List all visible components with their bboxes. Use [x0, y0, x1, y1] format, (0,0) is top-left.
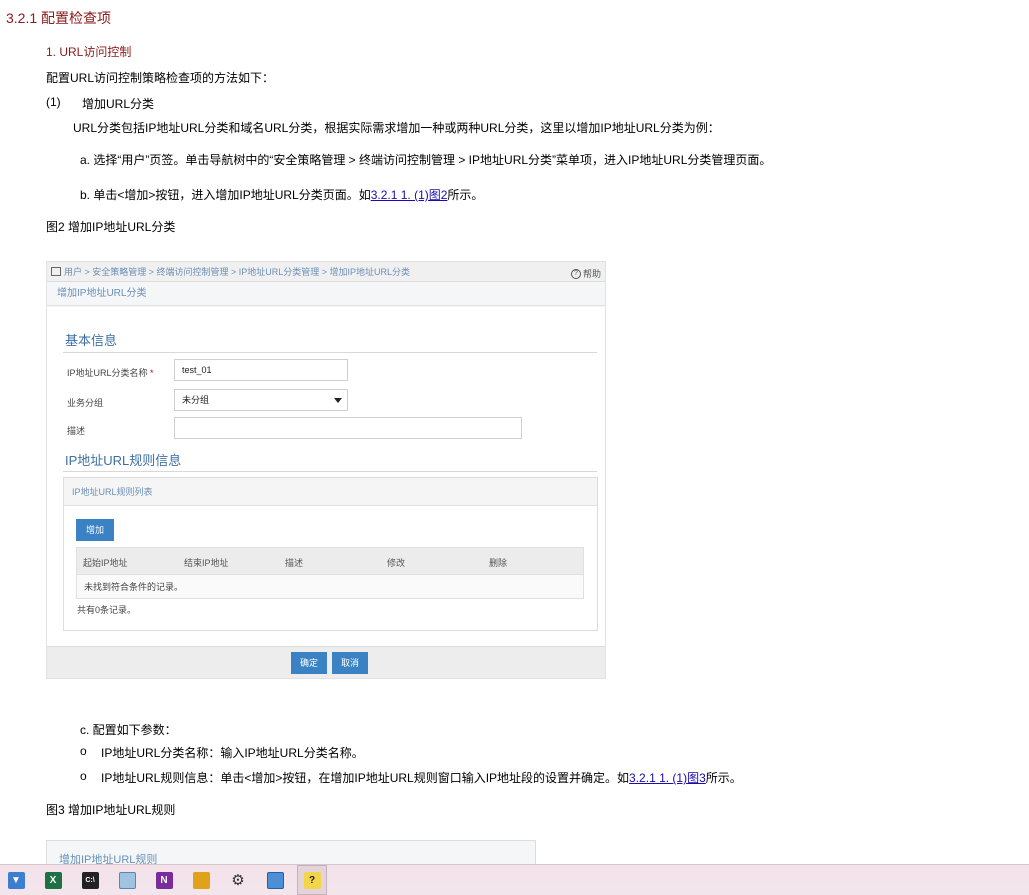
- onenote-taskbar-button[interactable]: N: [149, 865, 179, 895]
- taskbar: ▼ X C:\ N ⚙ ?: [0, 864, 1029, 895]
- notepad-taskbar-button[interactable]: [112, 865, 142, 895]
- section-divider: [63, 352, 597, 353]
- remote-desktop-icon: [266, 871, 284, 889]
- explorer-icon: [192, 871, 210, 889]
- onenote-icon: N: [155, 871, 173, 889]
- description-input[interactable]: [174, 417, 522, 439]
- figure2-screenshot: 用户 > 安全策略管理 > 终端访问控制管理 > IP地址URL分类管理 > 增…: [46, 261, 606, 679]
- form-body: 基本信息 IP地址URL分类名称 * test_01 业务分组 未分组 描述 I…: [47, 307, 605, 647]
- figure3-link[interactable]: 3.2.1 1. (1)图3: [629, 771, 706, 785]
- step1-number: (1): [46, 95, 61, 109]
- explorer-taskbar-button[interactable]: [186, 865, 216, 895]
- breadcrumb-bar: 用户 > 安全策略管理 > 终端访问控制管理 > IP地址URL分类管理 > 增…: [47, 262, 605, 282]
- group-select[interactable]: 未分组: [174, 389, 348, 411]
- step1-description: URL分类包括IP地址URL分类和域名URL分类，根据实际需求增加一种或两种UR…: [73, 121, 720, 135]
- ok-button[interactable]: 确定: [291, 652, 327, 674]
- step-a-text: a. 选择“用户”页签。单击导航树中的“安全策略管理 > 终端访问控制管理 > …: [80, 153, 772, 167]
- page-tab: 增加IP地址URL分类: [47, 282, 605, 306]
- figure2-caption: 图2 增加IP地址URL分类: [46, 220, 176, 234]
- document-page: 3.2.1 配置检查项 1. URL访问控制 配置URL访问控制策略检查项的方法…: [0, 0, 1029, 864]
- name-input[interactable]: test_01: [174, 359, 348, 381]
- basic-info-title: 基本信息: [65, 333, 118, 348]
- bullet2-text: IP地址URL规则信息：单击<增加>按钮，在增加IP地址URL规则窗口输入IP地…: [101, 769, 742, 786]
- record-count: 共有0条记录。: [77, 605, 137, 615]
- intro-text: 配置URL访问控制策略检查项的方法如下：: [46, 71, 275, 85]
- col-end-ip: 结束IP地址: [184, 558, 229, 568]
- step-b-prefix: b. 单击<增加>按钮，进入增加IP地址URL分类页面。如: [80, 188, 371, 202]
- figure3-screenshot: 增加IP地址URL规则: [46, 840, 536, 864]
- help-taskbar-button[interactable]: ?: [297, 865, 327, 895]
- col-delete: 删除: [489, 558, 508, 568]
- settings-taskbar-button[interactable]: ⚙: [223, 865, 253, 895]
- help-icon: ?: [303, 871, 321, 889]
- sub-heading: 1. URL访问控制: [46, 45, 132, 59]
- step-c-text: c. 配置如下参数：: [80, 723, 177, 737]
- bullet2-suffix: 所示。: [705, 771, 742, 785]
- cancel-button[interactable]: 取消: [332, 652, 368, 674]
- chevron-down-icon: [334, 398, 342, 403]
- table-header: 起始IP地址 结束IP地址 描述 修改 删除: [77, 548, 583, 574]
- section-divider: [63, 471, 597, 472]
- help-link[interactable]: ? 帮助: [570, 267, 601, 280]
- required-mark: *: [150, 368, 154, 378]
- help-icon: ?: [570, 268, 581, 279]
- rule-list-title: IP地址URL规则列表: [64, 478, 597, 506]
- excel-taskbar-button[interactable]: X: [38, 865, 68, 895]
- step1-title: 增加URL分类: [82, 97, 155, 111]
- breadcrumb: 用户 > 安全策略管理 > 终端访问控制管理 > IP地址URL分类管理 > 增…: [64, 267, 411, 277]
- empty-table-row: 未找到符合条件的记录。: [77, 574, 583, 598]
- add-rule-button[interactable]: 增加: [76, 519, 114, 541]
- bullet1-mark: o: [80, 744, 87, 758]
- name-label: IP地址URL分类名称 *: [67, 368, 154, 378]
- rule-info-title: IP地址URL规则信息: [65, 453, 182, 468]
- description-label: 描述: [67, 426, 86, 436]
- bullet1-text: IP地址URL分类名称：输入IP地址URL分类名称。: [101, 746, 364, 760]
- col-start-ip: 起始IP地址: [83, 558, 128, 568]
- figure3-caption: 图3 增加IP地址URL规则: [46, 803, 176, 817]
- bullet2-mark: o: [80, 769, 87, 783]
- start-button[interactable]: ▼: [1, 865, 31, 895]
- col-description: 描述: [285, 558, 304, 568]
- step-b-text: b. 单击<增加>按钮，进入增加IP地址URL分类页面。如3.2.1 1. (1…: [80, 186, 483, 203]
- start-icon: ▼: [7, 871, 25, 889]
- settings-icon: ⚙: [231, 872, 245, 889]
- bullet2-prefix: IP地址URL规则信息：单击<增加>按钮，在增加IP地址URL规则窗口输入IP地…: [101, 771, 630, 785]
- step-b-suffix: 所示。: [447, 188, 484, 202]
- cmd-taskbar-button[interactable]: C:\: [75, 865, 105, 895]
- figure3-title: 增加IP地址URL规则: [59, 854, 158, 864]
- group-label: 业务分组: [67, 398, 104, 408]
- help-label: 帮助: [582, 269, 601, 279]
- rule-table: 起始IP地址 结束IP地址 描述 修改 删除 未找到符合条件的记录。: [76, 547, 584, 599]
- col-modify: 修改: [387, 558, 406, 568]
- excel-icon: X: [44, 871, 62, 889]
- rule-list-panel: IP地址URL规则列表 增加 起始IP地址 结束IP地址 描述 修改 删除 未找…: [63, 477, 598, 631]
- user-home-icon: [51, 267, 61, 276]
- section-heading: 3.2.1 配置检查项: [6, 10, 112, 26]
- group-selected-value: 未分组: [182, 395, 210, 405]
- notepad-icon: [118, 871, 136, 889]
- figure2-link[interactable]: 3.2.1 1. (1)图2: [371, 188, 448, 202]
- remote-desktop-taskbar-button[interactable]: [260, 865, 290, 895]
- form-footer: 确定 取消: [47, 646, 605, 678]
- cmd-icon: C:\: [81, 871, 99, 889]
